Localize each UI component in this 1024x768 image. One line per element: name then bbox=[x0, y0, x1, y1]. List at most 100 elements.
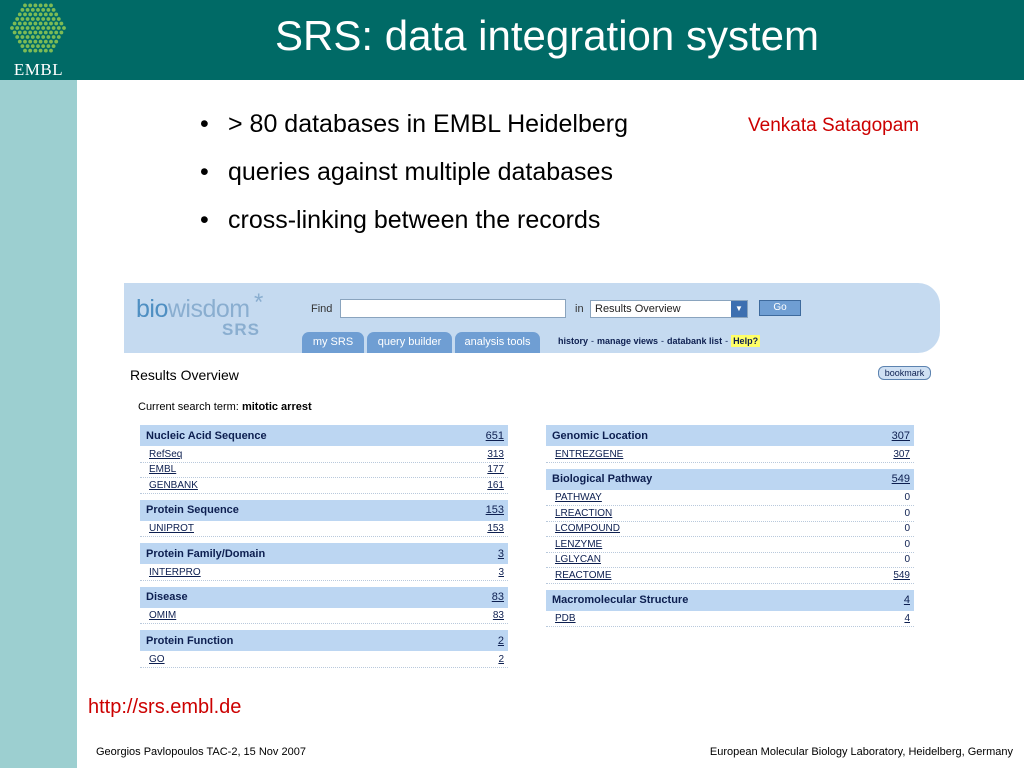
databank-count[interactable]: 549 bbox=[893, 570, 910, 581]
left-results-column: Nucleic Acid Sequence 651 RefSeq 313 EMBL 177… bbox=[140, 425, 508, 668]
category-header: Protein Family/Domain 3 bbox=[140, 543, 508, 565]
slide-title: SRS: data integration system bbox=[275, 12, 819, 59]
logo-dot bbox=[30, 35, 35, 39]
databank-link[interactable]: GENBANK bbox=[149, 480, 198, 491]
category-count-link[interactable]: 83 bbox=[492, 591, 504, 603]
databank-count[interactable]: 3 bbox=[498, 567, 504, 578]
link-history[interactable]: history bbox=[558, 336, 588, 346]
logo-dot bbox=[30, 26, 35, 30]
databank-link[interactable]: OMIM bbox=[149, 610, 176, 621]
link-manage-views[interactable]: manage views bbox=[597, 336, 658, 346]
logo-dot bbox=[36, 17, 40, 21]
logo-dot bbox=[36, 26, 40, 30]
tab-my-srs[interactable]: my SRS bbox=[302, 332, 364, 353]
logo-dot bbox=[38, 39, 43, 44]
databank-count: 0 bbox=[904, 523, 910, 535]
category-count-link[interactable]: 549 bbox=[892, 473, 910, 485]
logo-dot bbox=[41, 26, 46, 30]
category-count-link[interactable]: 2 bbox=[498, 635, 504, 647]
databank-link[interactable]: EMBL bbox=[149, 464, 176, 475]
databank-row: RefSeq 313 bbox=[140, 447, 508, 463]
category-name: Protein Family/Domain bbox=[146, 547, 266, 560]
category-header: Macromolecular Structure 4 bbox=[546, 589, 914, 612]
logo-dot bbox=[17, 12, 22, 17]
go-button[interactable]: Go bbox=[759, 300, 801, 316]
bookmark-button[interactable]: bookmark bbox=[878, 366, 931, 380]
logo-dot bbox=[54, 21, 59, 26]
category-name: Biological Pathway bbox=[552, 473, 653, 485]
category-header: Biological Pathway 549 bbox=[546, 468, 914, 491]
logo-dot bbox=[30, 44, 35, 48]
databank-row: GO 2 bbox=[140, 652, 508, 668]
databank-count[interactable]: 161 bbox=[487, 480, 504, 491]
databank-count[interactable]: 4 bbox=[904, 613, 910, 624]
logo-dot bbox=[23, 12, 27, 17]
databank-link[interactable]: REACTOME bbox=[555, 570, 612, 581]
logo-dot bbox=[20, 26, 25, 30]
databank-link[interactable]: GO bbox=[149, 654, 165, 665]
help-link[interactable]: Help? bbox=[731, 335, 761, 347]
logo-dot bbox=[36, 7, 40, 12]
search-input[interactable] bbox=[340, 299, 566, 318]
logo-dot bbox=[54, 30, 59, 35]
srs-url-link[interactable]: http://srs.embl.de bbox=[88, 696, 241, 719]
logo-dot bbox=[38, 12, 43, 17]
tab-analysis-tools[interactable]: analysis tools bbox=[455, 332, 540, 353]
databank-link[interactable]: PATHWAY bbox=[555, 492, 602, 503]
databank-count: 0 bbox=[904, 554, 910, 566]
embl-logo: EMBL bbox=[0, 0, 77, 80]
databank-link[interactable]: PDB bbox=[555, 613, 576, 624]
category-count-link[interactable]: 4 bbox=[904, 594, 910, 606]
embl-logo-text: EMBL bbox=[13, 60, 64, 79]
databank-count[interactable]: 313 bbox=[487, 449, 504, 460]
category-header: Protein Function 2 bbox=[140, 630, 508, 652]
view-select-value: Results Overview bbox=[595, 303, 681, 315]
logo-dot bbox=[23, 39, 27, 44]
databank-count[interactable]: 177 bbox=[487, 464, 504, 475]
category-name: Disease bbox=[146, 591, 188, 603]
logo-dot bbox=[46, 44, 51, 48]
databank-count[interactable]: 83 bbox=[493, 610, 504, 621]
logo-dot bbox=[23, 21, 27, 26]
category-count-link[interactable]: 3 bbox=[498, 548, 504, 560]
logo-dot bbox=[12, 30, 17, 35]
databank-count: 0 bbox=[904, 507, 910, 519]
logo-dot bbox=[17, 39, 22, 44]
link-databank-list[interactable]: databank list bbox=[667, 336, 722, 346]
category-count-link[interactable]: 651 bbox=[486, 430, 504, 442]
databank-row: INTERPRO 3 bbox=[140, 565, 508, 581]
databank-link[interactable]: LCOMPOUND bbox=[555, 523, 620, 534]
logo-dot bbox=[36, 44, 40, 48]
logo-dot bbox=[49, 48, 53, 53]
logo-dot bbox=[33, 3, 38, 8]
databank-row: GENBANK 161 bbox=[140, 478, 508, 494]
logo-dot bbox=[43, 30, 48, 35]
logo-dot bbox=[23, 48, 27, 53]
databank-count[interactable]: 153 bbox=[487, 523, 504, 534]
category-count-link[interactable]: 153 bbox=[486, 504, 504, 516]
logo-dot bbox=[38, 30, 43, 35]
databank-count: 0 bbox=[904, 492, 910, 504]
logo-dot bbox=[20, 44, 25, 48]
databank-row: LREACTION 0 bbox=[546, 506, 914, 522]
databank-link[interactable]: UNIPROT bbox=[149, 523, 194, 534]
chevron-down-icon[interactable]: ▼ bbox=[731, 301, 747, 317]
footer-left: Georgios Pavlopoulos TAC-2, 15 Nov 2007 bbox=[96, 746, 306, 758]
logo-dot bbox=[12, 21, 17, 26]
tab-query-builder[interactable]: query builder bbox=[367, 332, 452, 353]
logo-dot bbox=[46, 17, 51, 21]
view-select[interactable]: Results Overview ▼ bbox=[590, 300, 748, 318]
logo-dot bbox=[38, 21, 43, 26]
category-header: Nucleic Acid Sequence 651 bbox=[140, 425, 508, 447]
logo-dot bbox=[33, 12, 38, 17]
databank-link[interactable]: LREACTION bbox=[555, 508, 612, 519]
databank-count[interactable]: 307 bbox=[893, 449, 910, 460]
databank-count[interactable]: 2 bbox=[498, 654, 504, 665]
category-count-link[interactable]: 307 bbox=[892, 430, 910, 442]
databank-link[interactable]: LGLYCAN bbox=[555, 554, 601, 565]
databank-link[interactable]: INTERPRO bbox=[149, 567, 201, 578]
databank-link[interactable]: LENZYME bbox=[555, 539, 602, 550]
databank-link[interactable]: RefSeq bbox=[149, 449, 182, 460]
databank-link[interactable]: ENTREZGENE bbox=[555, 449, 623, 460]
logo-dot bbox=[33, 21, 38, 26]
